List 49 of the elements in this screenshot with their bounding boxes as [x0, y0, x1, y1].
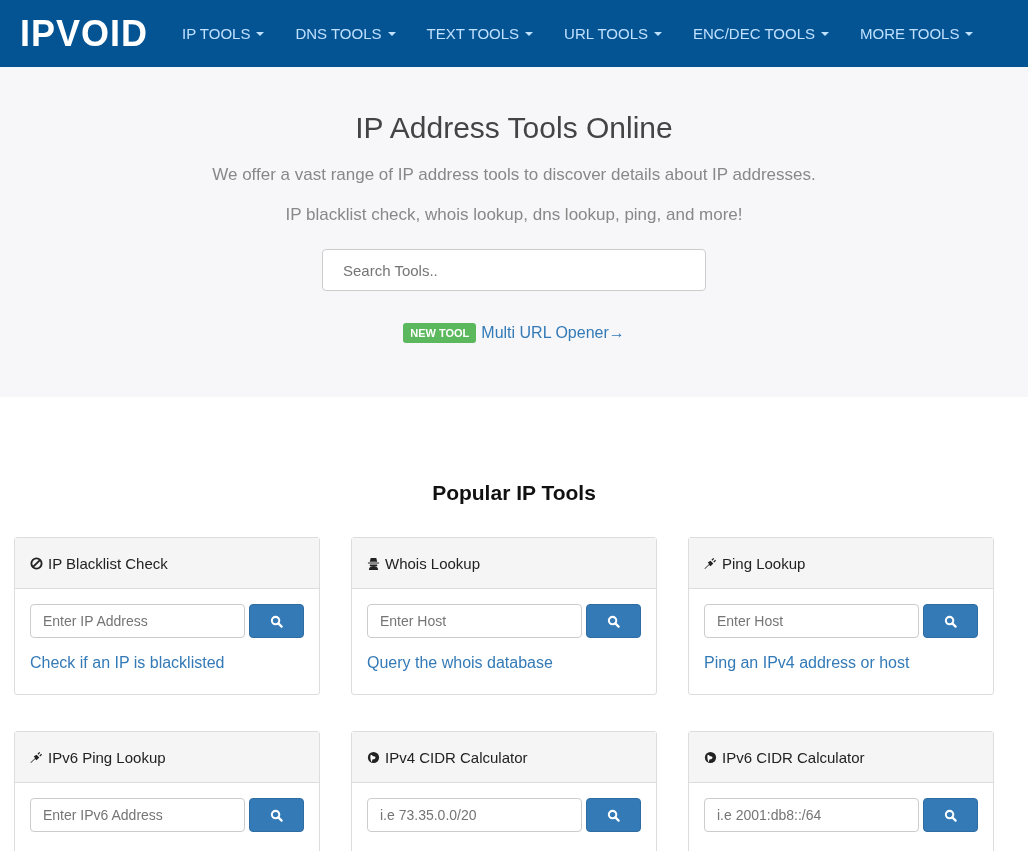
caret-icon	[965, 31, 974, 36]
site-logo[interactable]: IPVOID	[20, 12, 149, 55]
card-title: IP Blacklist Check	[48, 554, 168, 572]
search-icon	[944, 808, 957, 822]
caret-icon	[654, 31, 662, 36]
search-button[interactable]	[249, 798, 304, 832]
input-field[interactable]: i.e 73.35.0.0/20	[367, 798, 582, 832]
card-title: Ping Lookup	[722, 554, 806, 572]
card-title: IPv6 Ping Lookup	[48, 748, 166, 766]
card-title: IPv6 CIDR Calculator	[722, 748, 865, 766]
search-icon	[270, 808, 283, 822]
input-field[interactable]: Enter IP Address	[30, 604, 245, 638]
hero-title: IP Address Tools Online	[355, 111, 673, 145]
tool-link[interactable]: Query the whois database	[367, 654, 553, 672]
caret-icon	[821, 31, 829, 36]
hero-subtitle: We offer a vast range of IP address tools to discover details about IP addresses.	[212, 165, 816, 185]
caret-icon	[387, 31, 396, 36]
hero-subtitle: IP blacklist check, whois lookup, dns lookup, ping, and more!	[285, 205, 743, 225]
nav-menu[interactable]: MORE TOOLS	[860, 25, 974, 42]
input-field[interactable]: Enter Host	[704, 604, 919, 638]
spy-icon	[367, 556, 380, 570]
new-tool-badge: NEW TOOL	[403, 323, 477, 343]
search-button[interactable]	[586, 604, 641, 638]
nav-menu[interactable]: TEXT TOOLS	[426, 25, 534, 42]
search-button[interactable]	[923, 604, 978, 638]
tool-link[interactable]: Ping an IPv4 address or host	[704, 654, 910, 672]
input-field[interactable]: i.e 2001:db8::/64	[704, 798, 919, 832]
search-icon	[944, 614, 957, 628]
search-button[interactable]	[586, 798, 641, 832]
ban-icon	[30, 556, 43, 570]
search-icon	[607, 808, 620, 822]
input-field[interactable]: Enter IPv6 Address	[30, 798, 245, 832]
nav-menu[interactable]: DNS TOOLS	[295, 25, 396, 42]
nav-menu[interactable]: URL TOOLS	[564, 25, 662, 42]
search-icon	[607, 614, 620, 628]
card-title: Whois Lookup	[385, 554, 481, 572]
card-title: IPv4 CIDR Calculator	[385, 748, 528, 766]
search-button[interactable]	[923, 798, 978, 832]
caret-icon	[256, 31, 265, 36]
promo-link[interactable]: Multi URL Opener→	[481, 324, 625, 342]
section-title: Popular IP Tools	[431, 481, 597, 505]
search-icon	[270, 614, 283, 628]
nav-menu[interactable]: IP TOOLS	[182, 25, 265, 42]
tool-link[interactable]: Check if an IP is blacklisted	[30, 654, 225, 672]
search-field[interactable]: Search Tools..	[322, 249, 706, 291]
input-field[interactable]: Enter Host	[367, 604, 582, 638]
caret-icon	[525, 31, 534, 36]
search-button[interactable]	[249, 604, 304, 638]
nav-menu[interactable]: ENC/DEC TOOLS	[693, 25, 829, 42]
